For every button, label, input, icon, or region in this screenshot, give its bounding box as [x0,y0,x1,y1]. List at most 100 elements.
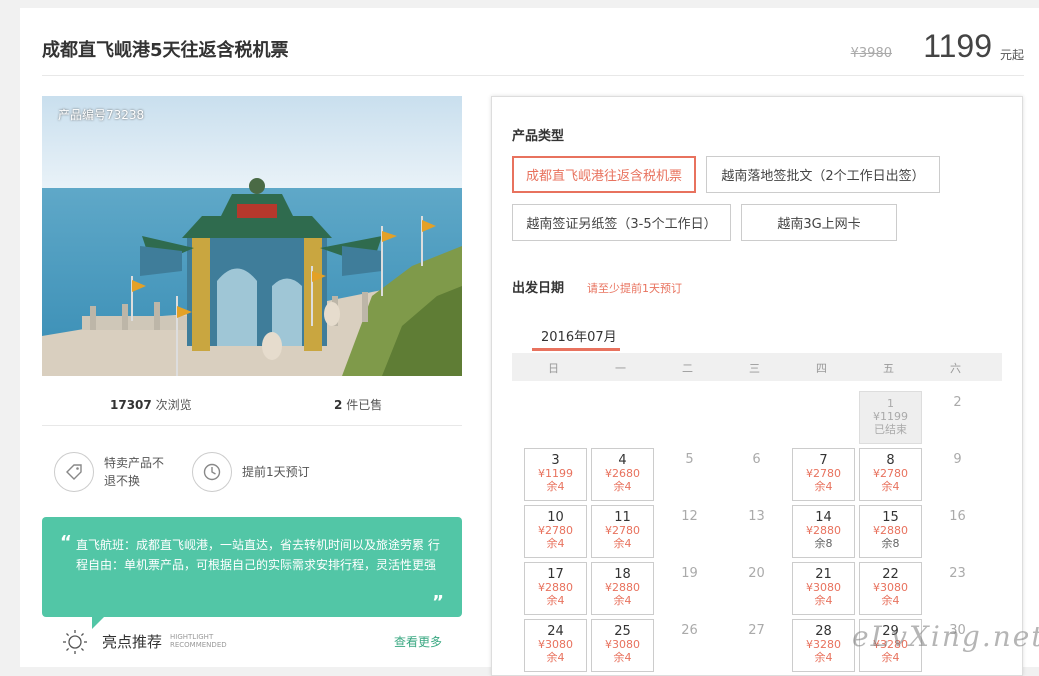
day-stock: 余4 [881,594,900,607]
calendar-day-22[interactable]: 22 ¥3080 余4 [859,562,922,615]
highlight-section: 亮点推荐 HIGHTLIGHT RECOMMENDED 查看更多 [42,623,462,657]
day-number: 5 [685,452,694,467]
day-number: 27 [748,623,765,638]
day-number: 14 [815,510,832,525]
option-paper-visa[interactable]: 越南签证另纸签（3-5个工作日） [512,204,731,241]
sun-icon [63,630,87,654]
views-stat: 17307 次浏览 [110,396,192,413]
day-price: ¥2780 [873,467,908,480]
day-stock: 余4 [814,480,833,493]
product-stats: 17307 次浏览 2 件已售 [42,376,462,426]
weekday-label: 一 [615,362,626,375]
calendar-day-5: 5 [658,448,721,501]
departure-date-label: 出发日期 [512,281,565,296]
day-number: 19 [681,566,698,581]
weekday-label: 四 [816,362,827,375]
calendar-day-12: 12 [658,505,721,558]
highlight-title: 亮点推荐 [102,633,163,651]
day-stock: 余4 [546,537,565,550]
views-label: 次浏览 [155,398,192,412]
day-number: 10 [547,510,564,525]
day-price: ¥3080 [873,581,908,594]
calendar-day-21[interactable]: 21 ¥3080 余4 [792,562,855,615]
calendar-day-15[interactable]: 15 ¥2880 余8 [859,505,922,558]
highlight-en-line2: RECOMMENDED [170,641,227,649]
day-number: 12 [681,509,698,524]
day-price: ¥2880 [806,524,841,537]
calendar-day-1: 1 ¥1199 已结束 [859,391,922,444]
calendar-day-28[interactable]: 28 ¥3280 余4 [792,619,855,672]
option-3g-card[interactable]: 越南3G上网卡 [741,204,897,241]
day-number: 9 [953,452,962,467]
calendar-day-27: 27 [725,619,788,672]
product-type-label: 产品类型 [512,129,565,144]
product-photo[interactable]: 产品编号73238 [42,96,462,376]
close-quote-icon: ” [432,592,444,613]
day-stock: 余4 [546,651,565,664]
day-price: ¥1199 [538,467,573,480]
day-stock: 余4 [881,480,900,493]
day-number: 11 [614,510,631,525]
day-number: 8 [886,453,895,468]
option-flight-ticket[interactable]: 成都直飞岘港往返含税机票 [512,156,696,193]
calendar-day-4[interactable]: 4 ¥2680 余4 [591,448,654,501]
calendar-day-13: 13 [725,505,788,558]
day-number: 3 [551,453,560,468]
day-price: ¥3080 [806,581,841,594]
calendar-day-7[interactable]: 7 ¥2780 余4 [792,448,855,501]
day-number: 22 [882,567,899,582]
day-stock: 余4 [613,594,632,607]
day-stock: 余8 [881,537,900,550]
day-number: 16 [949,509,966,524]
calendar-day-3[interactable]: 3 ¥1199 余4 [524,448,587,501]
calendar-day-9: 9 [926,448,989,501]
gate-photo-illustration [42,96,462,376]
calendar-day-6: 6 [725,448,788,501]
calendar-day-23: 23 [926,562,989,615]
calendar-day-11[interactable]: 11 ¥2780 余4 [591,505,654,558]
calendar-day-25[interactable]: 25 ¥3080 余4 [591,619,654,672]
day-stock: 已结束 [874,423,907,436]
calendar-day-24[interactable]: 24 ¥3080 余4 [524,619,587,672]
calendar-day-10[interactable]: 10 ¥2780 余4 [524,505,587,558]
day-price: ¥2880 [538,581,573,594]
product-page: 成都直飞岘港5天往返含税机票 ¥3980 1199 元起 产品编号73238 1… [20,8,1039,676]
day-number: 20 [748,566,765,581]
day-number: 2 [953,395,962,410]
feature-text: 特卖产品不退不换 [104,456,165,488]
day-stock: 余4 [546,480,565,493]
calendar-day-26: 26 [658,619,721,672]
day-stock: 余4 [814,651,833,664]
day-number: 28 [815,624,832,639]
day-number: 6 [752,452,761,467]
weekday-label: 三 [749,362,760,375]
day-stock: 余4 [546,594,565,607]
day-price: ¥1199 [873,410,908,423]
price-suffix: 元起 [999,48,1024,62]
weekday-label: 五 [883,362,894,375]
original-price: ¥3980 [850,46,892,61]
day-number: 23 [949,566,966,581]
calendar-day-8[interactable]: 8 ¥2780 余4 [859,448,922,501]
view-more-link[interactable]: 查看更多 [394,633,442,650]
weekday-label: 日 [548,362,559,375]
sold-label: 件已售 [346,398,383,412]
weekday-header: 日 一 二 三 四 五 六 [512,353,1002,381]
sold-count: 2 [334,398,343,412]
feature-advance-booking: 提前1天预订 [192,452,310,492]
feature-text: 提前1天预订 [242,465,310,479]
calendar-day-14[interactable]: 14 ¥2880 余8 [792,505,855,558]
sold-stat: 2 件已售 [334,396,382,413]
day-number: 26 [681,623,698,638]
views-count: 17307 [110,398,152,412]
weekday-label: 二 [682,362,693,375]
option-landing-visa[interactable]: 越南落地签批文（2个工作日出签） [706,156,940,193]
feature-no-refund: 特卖产品不退不换 [54,452,172,492]
day-stock: 余4 [613,537,632,550]
month-tab[interactable]: 2016年07月 [541,326,617,345]
day-number: 1 [887,397,894,410]
calendar-day-18[interactable]: 18 ¥2880 余4 [591,562,654,615]
calendar-day-16: 16 [926,505,989,558]
calendar-day-17[interactable]: 17 ¥2880 余4 [524,562,587,615]
current-price: 1199 [923,28,992,64]
